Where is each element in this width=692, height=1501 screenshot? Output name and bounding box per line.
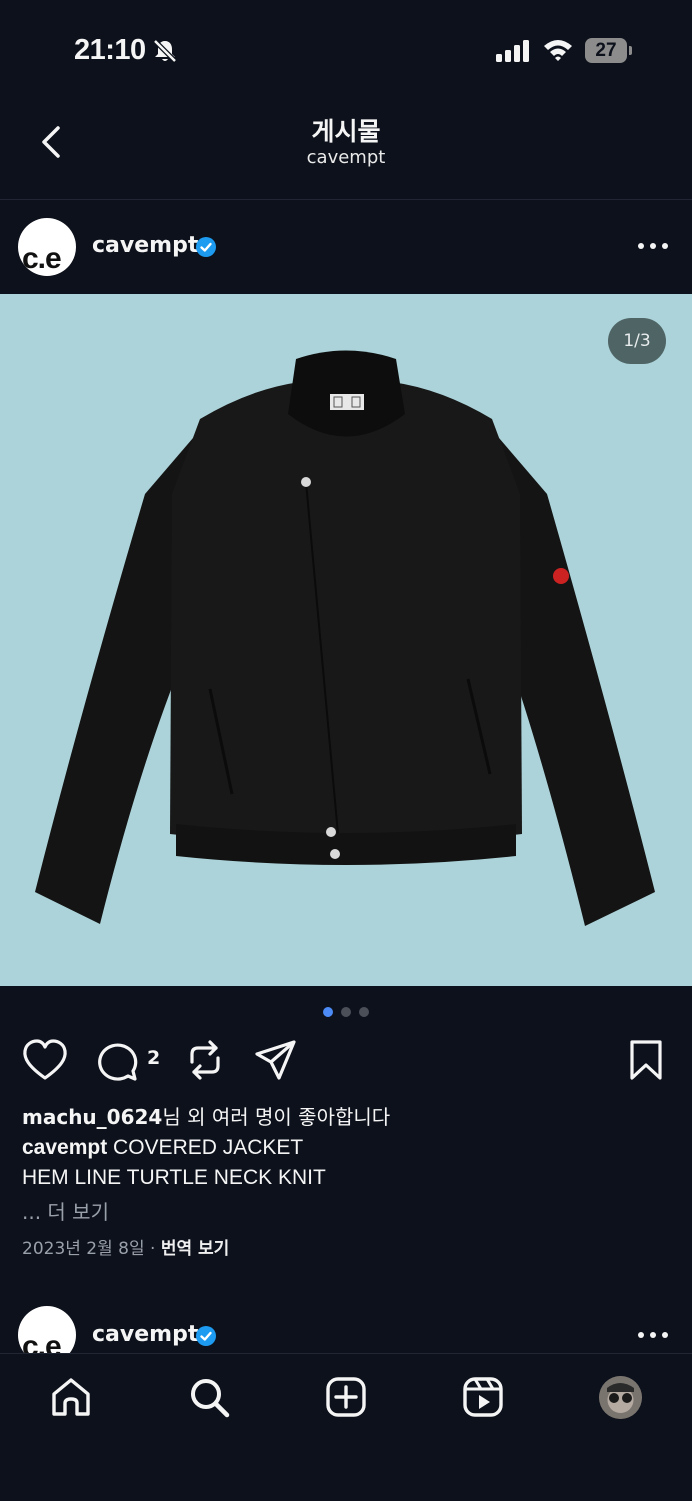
verified-badge-icon	[196, 1326, 216, 1346]
battery-indicator: 27	[585, 38, 632, 63]
wifi-icon	[544, 40, 572, 61]
signal-icon	[496, 40, 529, 62]
post-username[interactable]: cavempt	[92, 233, 198, 258]
caption: cavempt COVERED JACKET	[22, 1136, 303, 1160]
comment-icon[interactable]	[95, 1038, 141, 1082]
more-horizontal-icon[interactable]	[636, 236, 670, 256]
caption-text-line2: HEM LINE TURTLE NECK KNIT	[22, 1166, 326, 1189]
more-link[interactable]: ... 더 보기	[22, 1196, 109, 1225]
post-image[interactable]	[0, 294, 692, 986]
more-horizontal-icon[interactable]	[636, 1325, 670, 1345]
home-icon[interactable]	[50, 1376, 92, 1418]
avatar[interactable]: c.e	[18, 218, 76, 276]
post-date-row: 2023년 2월 8일 · 번역 보기	[22, 1234, 229, 1259]
post-username[interactable]: cavempt	[92, 1322, 198, 1347]
jacket-image	[35, 350, 655, 926]
liker-username[interactable]: machu_0624	[22, 1105, 162, 1129]
battery-level: 27	[595, 40, 617, 61]
search-icon[interactable]	[188, 1376, 230, 1418]
carousel-dot	[359, 1007, 369, 1017]
caption-username[interactable]: cavempt	[22, 1136, 107, 1159]
avatar-text: c.e	[22, 242, 62, 275]
post-date: 2023년 2월 8일	[22, 1239, 145, 1259]
bottom-nav	[0, 1353, 692, 1501]
profile-picture	[599, 1376, 642, 1419]
carousel-dot	[341, 1007, 351, 1017]
heart-icon[interactable]	[22, 1038, 68, 1082]
repost-icon[interactable]	[184, 1038, 226, 1082]
page-title: 게시물	[311, 117, 381, 146]
likes-suffix: 님 외 여러 명이 좋아합니다	[162, 1105, 391, 1129]
comment-count[interactable]: 2	[147, 1047, 160, 1069]
create-icon[interactable]	[325, 1376, 367, 1418]
bookmark-icon[interactable]	[626, 1038, 666, 1082]
likes-summary[interactable]: machu_0624님 외 여러 명이 좋아합니다	[22, 1101, 390, 1130]
verified-badge-icon	[196, 237, 216, 257]
bell-off-icon	[153, 39, 177, 63]
caption-text-line1: COVERED JACKET	[107, 1136, 304, 1159]
page-subtitle[interactable]: cavempt	[0, 147, 692, 168]
reels-icon[interactable]	[462, 1376, 504, 1418]
translate-link[interactable]: 번역 보기	[161, 1239, 229, 1259]
header-divider	[0, 199, 692, 200]
status-time: 21:10	[74, 34, 146, 66]
image-counter: 1/3	[608, 318, 666, 364]
profile-avatar[interactable]	[599, 1376, 642, 1419]
separator: ·	[150, 1239, 156, 1259]
share-icon[interactable]	[254, 1038, 298, 1082]
carousel-dot-active	[323, 1007, 333, 1017]
